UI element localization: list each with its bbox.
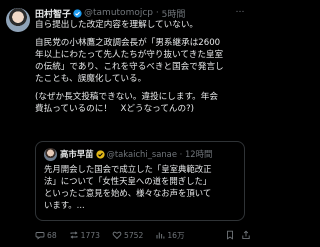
views-button[interactable]: 16万 — [155, 230, 185, 241]
post-line: 費払っているのに！ Xどうなってんの?) — [35, 104, 195, 114]
post-header: 田村智子 @tamutomojcp · 5時間 … — [35, 5, 246, 20]
verified-badge-icon — [73, 8, 82, 18]
reply-button[interactable]: 68 — [35, 230, 57, 240]
like-count: 5752 — [124, 230, 144, 240]
post-line: 自ら提出した改定内容を理解していない。 — [35, 20, 199, 30]
quoted-handle[interactable]: @takaichi_sanae — [107, 149, 177, 159]
like-button[interactable]: 5752 — [112, 230, 143, 240]
quoted-avatar[interactable] — [44, 147, 57, 161]
author-name[interactable]: 田村智子 — [35, 7, 71, 20]
author-avatar[interactable] — [6, 8, 30, 32]
quoted-line: います。... — [44, 200, 85, 210]
repost-icon — [70, 231, 78, 239]
more-options-icon[interactable]: … — [236, 5, 246, 15]
share-icon[interactable] — [241, 230, 251, 240]
repost-count: 1773 — [80, 230, 100, 240]
reply-count: 68 — [47, 230, 57, 240]
bookmark-icon[interactable] — [225, 230, 235, 240]
post-line: 自民党の小林鷹之政調会長が「男系継承は2600 — [35, 38, 221, 48]
post-time[interactable]: 5時間 — [162, 7, 186, 20]
post-line: の伝統」であり、これを守るべきと国会で発言し — [35, 62, 224, 72]
author-handle[interactable]: @tamutomojcp — [84, 8, 153, 18]
quoted-line: といったご意見を始め、様々なお声を頂いて — [44, 188, 212, 198]
views-chart-icon — [156, 232, 165, 239]
dot-separator: · — [176, 149, 185, 159]
views-count: 16万 — [167, 230, 185, 240]
quoted-time[interactable]: 12時間 — [185, 148, 212, 160]
quoted-header: 高市早苗 @takaichi_sanae · 12時間 — [44, 147, 236, 161]
post-line: たことも、誤魔化している。 — [35, 74, 147, 84]
quoted-line: 法」について「女性天皇への道を開ぎした」 — [44, 176, 212, 186]
quoted-line: 先月開会した国会で成立した「皇室典範改正 — [44, 164, 212, 174]
post-line: 年以上にわたって先人たちが守り抜いてきた皇室 — [35, 50, 224, 60]
action-bar: 68 1773 5752 16万 — [35, 228, 251, 242]
dot-separator: · — [153, 8, 162, 18]
heart-icon — [112, 231, 122, 240]
repost-button[interactable]: 1773 — [69, 230, 100, 240]
quoted-text: 先月開会した国会で成立した「皇室典範改正 法」について「女性天皇への道を開ぎした… — [44, 163, 236, 211]
gold-verified-badge-icon — [95, 149, 105, 159]
reply-icon — [35, 232, 45, 240]
quoted-post[interactable]: 高市早苗 @takaichi_sanae · 12時間 先月開会した国会で成立し… — [35, 141, 245, 221]
post-text: 自ら提出した改定内容を理解していない。 自民党の小林鷹之政調会長が「男系継承は2… — [35, 19, 245, 115]
post-line: (なぜか長文投稿できない。違投にします。年会 — [35, 92, 218, 102]
quoted-author-name[interactable]: 高市早苗 — [60, 148, 94, 160]
post[interactable]: 田村智子 @tamutomojcp · 5時間 … 自ら提出した改定内容を理解し… — [0, 0, 251, 247]
